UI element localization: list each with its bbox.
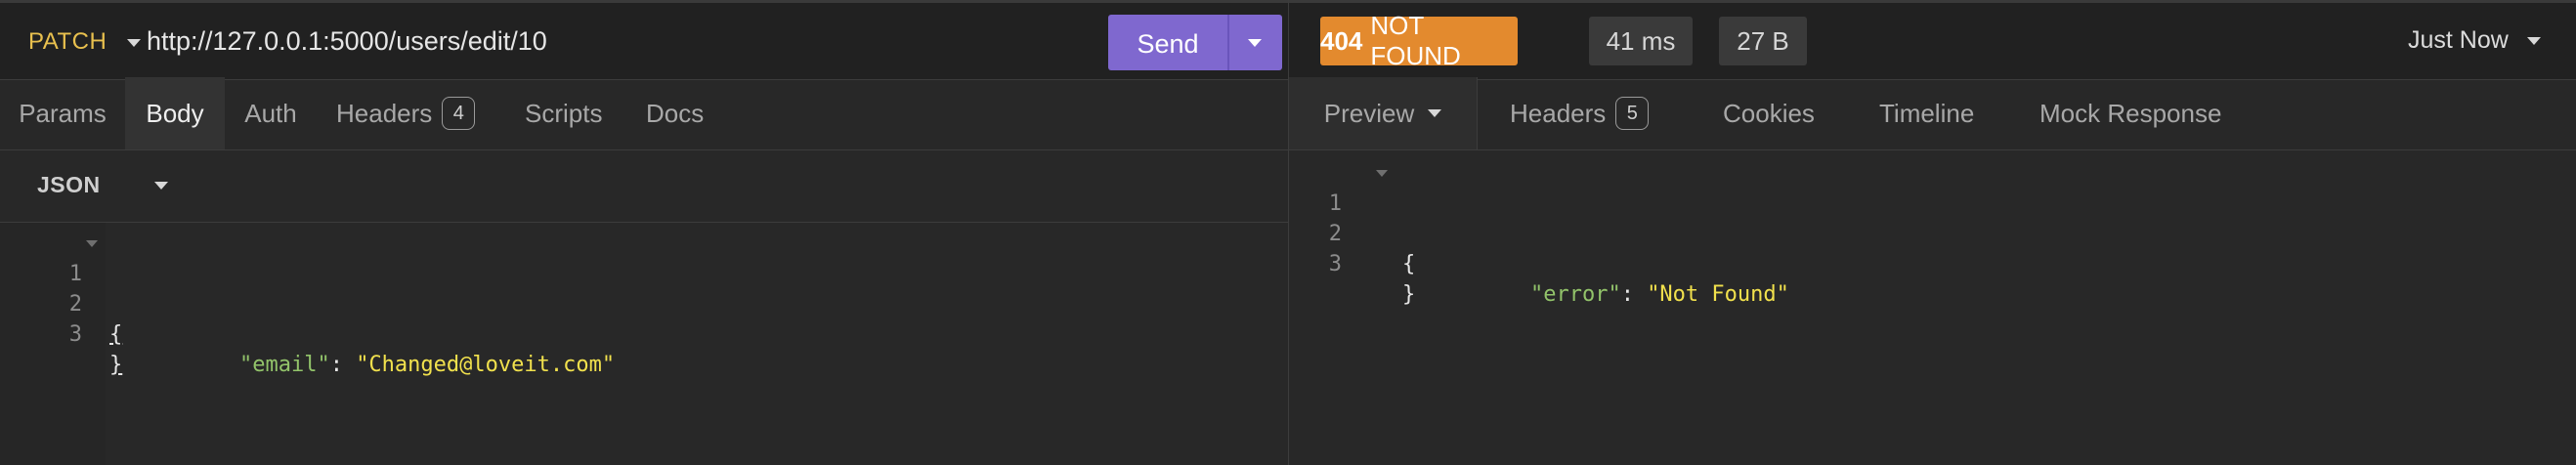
tab-timeline[interactable]: Timeline — [1879, 77, 1974, 149]
tab-preview[interactable]: Preview — [1289, 77, 1478, 149]
response-size: 27 B — [1719, 17, 1807, 65]
url-input[interactable]: http://127.0.0.1:5000/users/edit/10 — [147, 26, 547, 57]
tab-scripts[interactable]: Scripts — [525, 77, 602, 149]
response-pane: 404 NOT FOUND 41 ms 27 B Just Now Previe… — [1289, 0, 2576, 465]
request-url-bar: PATCH http://127.0.0.1:5000/users/edit/1… — [0, 0, 1288, 80]
code-line: 2 "email": "Changed@loveit.com" — [68, 292, 616, 377]
tab-preview-label: Preview — [1323, 98, 1415, 128]
json-key: "error" — [1529, 282, 1621, 307]
tab-params[interactable]: Params — [0, 77, 125, 149]
code-line: 3 } — [68, 322, 123, 377]
response-time: 41 ms — [1589, 17, 1693, 65]
method-selector[interactable]: PATCH — [28, 28, 142, 56]
tab-headers[interactable]: Headers 4 — [336, 77, 476, 149]
chevron-down-icon — [1428, 109, 1442, 117]
chevron-down-icon — [154, 182, 168, 190]
tab-body[interactable]: Body — [125, 77, 225, 149]
request-tabs: Params Body Auth Headers 4 Scripts Docs — [0, 77, 1288, 150]
code-line: 2 "error": "Not Found" — [1328, 222, 1789, 307]
response-body-viewer[interactable]: 1 { 2 "error": "Not Found" 3 } — [1289, 150, 2576, 465]
body-format-label: JSON — [37, 172, 101, 197]
history-label: Just Now — [2408, 26, 2509, 54]
status-text: NOT FOUND — [1370, 11, 1461, 70]
status-badge: 404 NOT FOUND — [1320, 11, 1518, 70]
send-button[interactable]: Send — [1108, 15, 1282, 70]
response-tabs: Preview Headers 5 Cookies Timeline Mock … — [1289, 77, 2576, 150]
chevron-down-icon[interactable] — [1248, 39, 1262, 47]
request-pane: PATCH http://127.0.0.1:5000/users/edit/1… — [0, 0, 1289, 465]
response-headers-count-badge: 5 — [1615, 97, 1650, 130]
headers-count-badge: 4 — [442, 97, 476, 130]
tab-headers-label: Headers — [336, 98, 433, 128]
tab-response-headers-label: Headers — [1510, 98, 1607, 128]
send-button-label: Send — [1137, 29, 1199, 59]
code-line: 3 } — [1328, 252, 1416, 307]
send-divider — [1227, 15, 1229, 70]
json-value: "Changed@loveit.com" — [356, 353, 616, 377]
method-label: PATCH — [28, 28, 107, 55]
json-value: "Not Found" — [1647, 282, 1789, 307]
body-toolbar: JSON — [0, 150, 1288, 223]
fold-icon[interactable] — [1376, 170, 1388, 177]
body-format-selector[interactable]: JSON — [37, 172, 168, 198]
tab-auth[interactable]: Auth — [227, 77, 315, 149]
json-key: "email" — [238, 353, 330, 377]
fold-icon[interactable] — [86, 240, 98, 247]
code-line: 1 { — [1289, 158, 1582, 276]
tab-docs[interactable]: Docs — [646, 77, 704, 149]
status-code: 404 — [1320, 25, 1363, 56]
request-body-editor[interactable]: 1 { 2 "email": "Changed@loveit.com" 3 } — [0, 223, 1288, 465]
response-status-bar: 404 NOT FOUND 41 ms 27 B Just Now — [1289, 0, 2576, 80]
chevron-down-icon — [127, 38, 142, 47]
tab-cookies[interactable]: Cookies — [1723, 77, 1815, 149]
tab-mock-response[interactable]: Mock Response — [2039, 77, 2221, 149]
tab-response-headers[interactable]: Headers 5 — [1510, 77, 1650, 149]
chevron-down-icon — [2526, 37, 2541, 46]
code-line: 1 { — [0, 229, 293, 347]
history-dropdown[interactable]: Just Now — [2408, 26, 2541, 55]
